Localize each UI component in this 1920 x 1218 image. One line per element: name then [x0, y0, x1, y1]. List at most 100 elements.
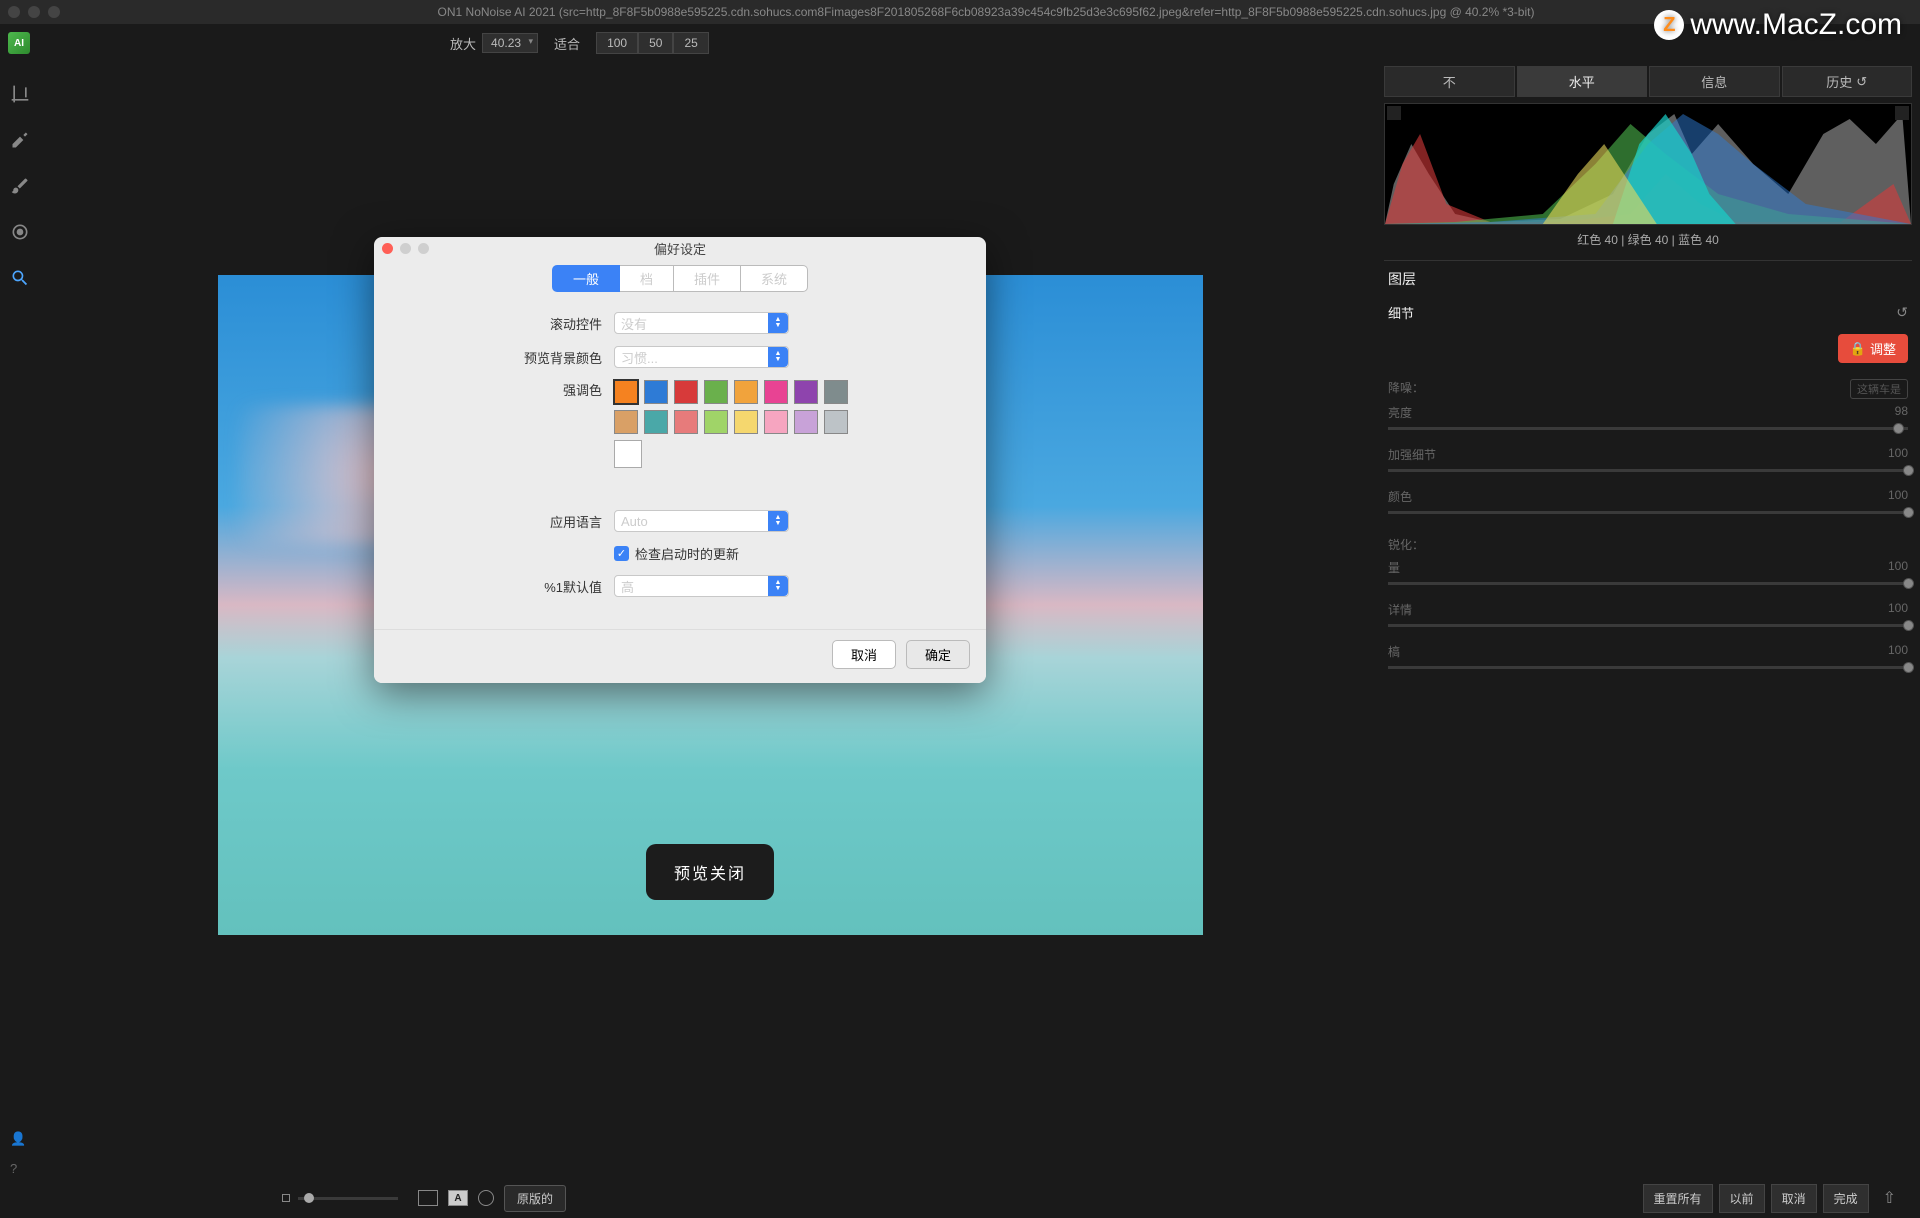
- hist-clip-left-icon[interactable]: [1387, 106, 1401, 120]
- dialog-tab-files[interactable]: 档: [620, 265, 674, 292]
- help-icon[interactable]: ?: [10, 1161, 26, 1176]
- window-traffic-lights[interactable]: [8, 6, 60, 18]
- app-logo-icon: AI: [8, 32, 30, 54]
- accent-custom-swatch[interactable]: [614, 440, 642, 468]
- zoom-label: 放大: [450, 34, 476, 53]
- default-label: %1默认值: [404, 577, 614, 596]
- bottom-cancel-button[interactable]: 取消: [1771, 1184, 1817, 1213]
- square-small-icon: [282, 1194, 290, 1202]
- accent-swatch[interactable]: [734, 410, 758, 434]
- accent-swatch[interactable]: [644, 410, 668, 434]
- accent-swatch[interactable]: [764, 410, 788, 434]
- layers-header[interactable]: 图层: [1384, 260, 1912, 297]
- accent-swatch[interactable]: [704, 410, 728, 434]
- zoom-25-button[interactable]: 25: [673, 32, 708, 54]
- check-updates-checkbox[interactable]: ✓: [614, 546, 629, 561]
- accent-swatch[interactable]: [824, 380, 848, 404]
- compare-mask-icon[interactable]: [478, 1190, 494, 1206]
- language-label: 应用语言: [404, 512, 614, 531]
- noise-slider-0-value: 98: [1895, 404, 1908, 421]
- dialog-tab-general[interactable]: 一般: [552, 265, 620, 292]
- hand-zoom-tool-icon[interactable]: [8, 266, 32, 290]
- navigator-zoom-slider[interactable]: [282, 1194, 398, 1202]
- watermark-z-icon: Z: [1654, 10, 1684, 40]
- sharpen-slider-2-label: 槁: [1388, 643, 1400, 660]
- reset-icon[interactable]: ↺: [1896, 304, 1908, 321]
- undo-icon: ↺: [1856, 74, 1867, 90]
- noise-extra-label[interactable]: 这辆车是: [1850, 379, 1908, 399]
- bottom-bar: A 原版的 重置所有 以前 取消 完成 ⇧: [0, 1178, 1920, 1218]
- accent-swatch[interactable]: [644, 380, 668, 404]
- accent-swatch[interactable]: [794, 380, 818, 404]
- brush-tool-icon[interactable]: [8, 174, 32, 198]
- maximize-dot[interactable]: [48, 6, 60, 18]
- adjust-button[interactable]: 🔒 调整: [1838, 334, 1908, 363]
- accent-swatch[interactable]: [614, 410, 638, 434]
- panel-tab-0[interactable]: 不: [1384, 66, 1515, 97]
- histogram[interactable]: [1384, 103, 1912, 225]
- tag-person-icon[interactable]: 👤: [10, 1131, 26, 1147]
- dialog-tab-plugins[interactable]: 插件: [674, 265, 741, 292]
- dialog-title: 偏好设定: [374, 239, 986, 258]
- share-icon[interactable]: ⇧: [1883, 1188, 1896, 1208]
- zoom-100-button[interactable]: 100: [596, 32, 638, 54]
- done-button[interactable]: 完成: [1823, 1184, 1869, 1213]
- accent-swatch[interactable]: [674, 410, 698, 434]
- bgcolor-select[interactable]: 习惯... ▲▼: [614, 346, 789, 368]
- dialog-cancel-button[interactable]: 取消: [832, 640, 896, 669]
- accent-swatch[interactable]: [794, 410, 818, 434]
- hist-clip-right-icon[interactable]: [1895, 106, 1909, 120]
- noise-slider-0[interactable]: [1388, 427, 1908, 430]
- language-select[interactable]: Auto ▲▼: [614, 510, 789, 532]
- sharpen-slider-2[interactable]: [1388, 666, 1908, 669]
- compare-split-icon[interactable]: [418, 1190, 438, 1206]
- close-dot[interactable]: [8, 6, 20, 18]
- crop-tool-icon[interactable]: [8, 82, 32, 106]
- noise-slider-1-label: 加强细节: [1388, 446, 1436, 463]
- watermark: Z www.MacZ.com: [1654, 8, 1902, 42]
- sharpen-slider-1[interactable]: [1388, 624, 1908, 627]
- noise-section-label: 降噪：: [1388, 379, 1424, 399]
- zoom-value-dropdown[interactable]: 40.23: [482, 33, 538, 53]
- accent-swatch[interactable]: [704, 380, 728, 404]
- fit-label[interactable]: 适合: [554, 34, 580, 53]
- left-toolbar: [0, 62, 40, 1178]
- panel-tab-3[interactable]: 历史 ↺: [1782, 66, 1913, 97]
- original-button[interactable]: 原版的: [504, 1185, 566, 1212]
- noise-slider-2[interactable]: [1388, 511, 1908, 514]
- check-updates-label: 检查启动时的更新: [635, 544, 739, 563]
- minimize-dot[interactable]: [28, 6, 40, 18]
- default-select[interactable]: 高 ▲▼: [614, 575, 789, 597]
- top-toolbar: AI 放大 40.23 适合 100 50 25: [0, 24, 1920, 62]
- sharpen-slider-0-value: 100: [1888, 559, 1908, 576]
- accent-swatch[interactable]: [614, 380, 638, 404]
- retouch-tool-icon[interactable]: [8, 128, 32, 152]
- compare-a-icon[interactable]: A: [448, 1190, 468, 1206]
- window-title: ON1 NoNoise AI 2021 (src=http_8F8F5b0988…: [60, 5, 1912, 19]
- preferences-dialog: 偏好设定 一般 档 插件 系统 滚动控件 没有 ▲▼ 预览背景颜色 习惯... …: [374, 237, 986, 683]
- accent-swatch[interactable]: [674, 380, 698, 404]
- histogram-readout: 红色 40 | 绿色 40 | 蓝色 40: [1384, 225, 1912, 260]
- zoom-50-button[interactable]: 50: [638, 32, 673, 54]
- dialog-tab-system[interactable]: 系统: [741, 265, 808, 292]
- sharpen-slider-0[interactable]: [1388, 582, 1908, 585]
- chevron-updown-icon: ▲▼: [768, 313, 788, 333]
- bgcolor-label: 预览背景颜色: [404, 348, 614, 367]
- scroll-controls-select[interactable]: 没有 ▲▼: [614, 312, 789, 334]
- panel-tab-2[interactable]: 信息: [1649, 66, 1780, 97]
- sharpen-slider-2-value: 100: [1888, 643, 1908, 660]
- before-button[interactable]: 以前: [1719, 1184, 1765, 1213]
- reset-all-button[interactable]: 重置所有: [1643, 1184, 1713, 1213]
- panel-tab-1[interactable]: 水平: [1517, 66, 1648, 97]
- noise-slider-1[interactable]: [1388, 469, 1908, 472]
- titlebar: ON1 NoNoise AI 2021 (src=http_8F8F5b0988…: [0, 0, 1920, 24]
- dialog-ok-button[interactable]: 确定: [906, 640, 970, 669]
- noise-slider-2-label: 颜色: [1388, 488, 1412, 505]
- detail-header[interactable]: 细节: [1388, 303, 1414, 322]
- accent-swatch[interactable]: [764, 380, 788, 404]
- preview-toast: 预览关闭: [646, 844, 774, 900]
- accent-swatch[interactable]: [824, 410, 848, 434]
- noise-slider-0-label: 亮度: [1388, 404, 1412, 421]
- accent-swatch[interactable]: [734, 380, 758, 404]
- mask-tool-icon[interactable]: [8, 220, 32, 244]
